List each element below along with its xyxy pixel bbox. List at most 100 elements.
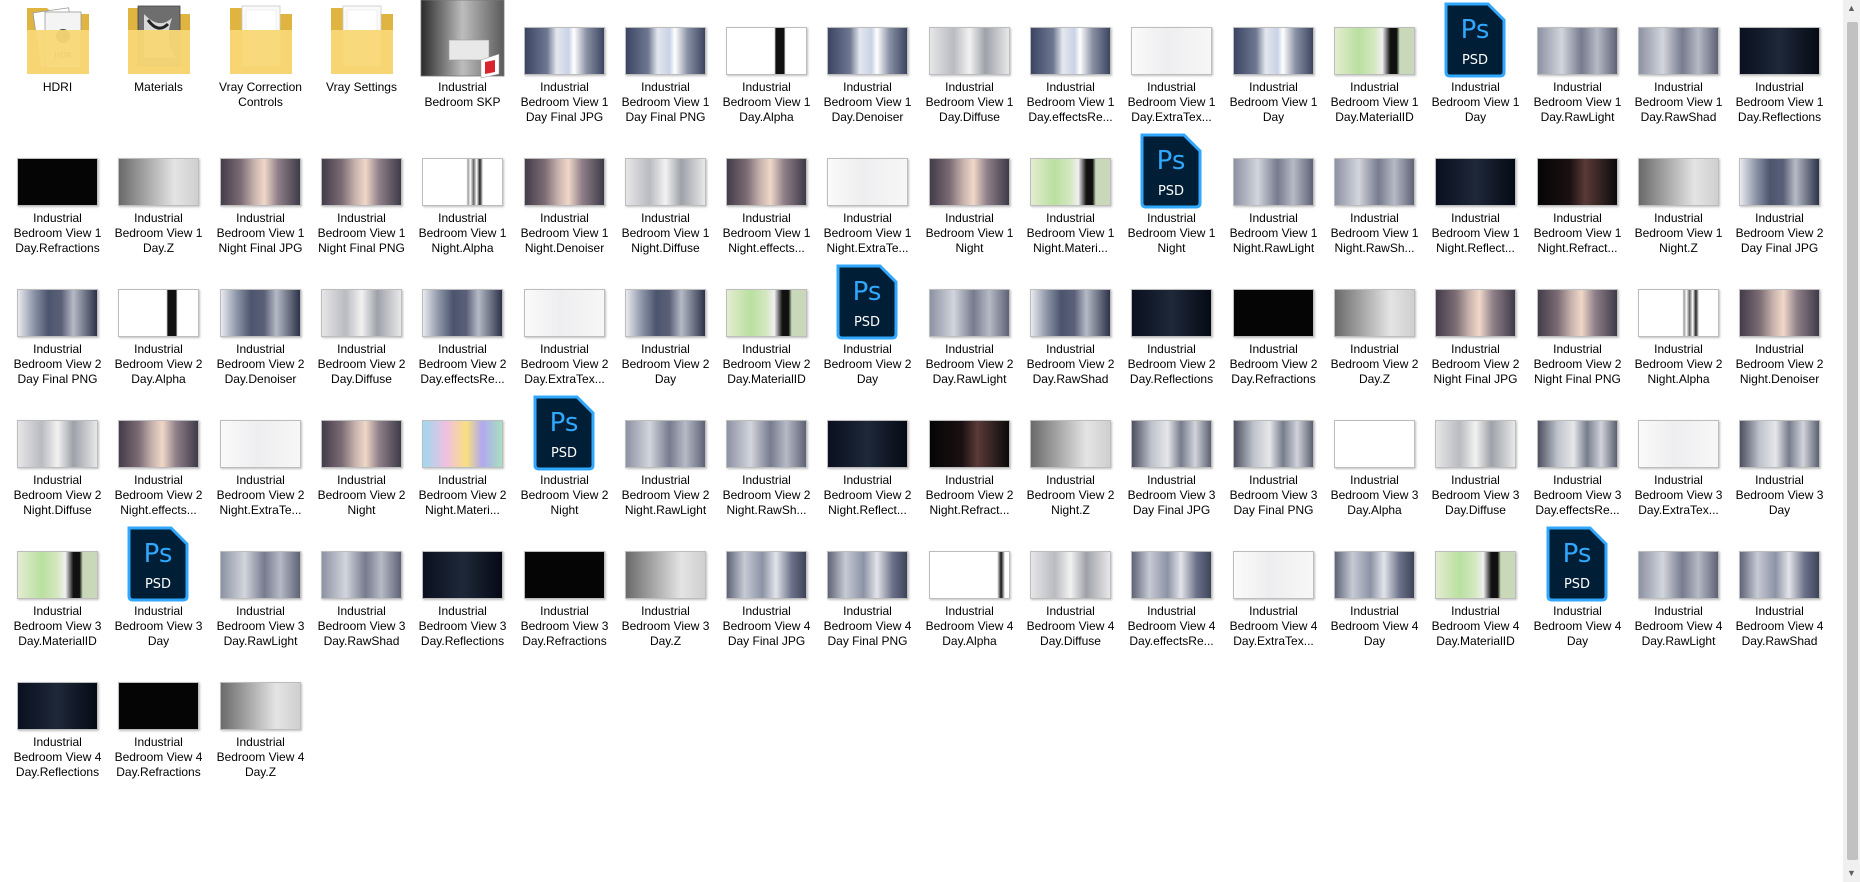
image-thumbnail [726,289,807,337]
image-thumbnail [1334,420,1415,468]
image-thumbnail [1030,551,1111,599]
file-name-label: Industrial Bedroom View 2 Day.RawLight [925,342,1014,386]
folder-icon [331,5,393,74]
file-item[interactable]: Industrial Bedroom View 4 Day [1328,524,1421,679]
image-thumbnail [1537,158,1618,206]
image-thumbnail [827,551,908,599]
file-item[interactable]: Industrial Bedroom View 4 Day Final JPG [720,524,813,679]
image-thumbnail [1334,289,1415,337]
image-thumbnail [1739,27,1820,75]
image-thumbnail [827,158,908,206]
image-thumbnail [1638,158,1719,206]
file-name-label: Industrial Bedroom View 2 Night Final PN… [1533,342,1622,386]
file-name-label: Industrial Bedroom View 1 Night.Materi..… [1026,211,1115,255]
file-name-label: Industrial Bedroom View 1 Night Final PN… [317,211,406,255]
file-name-label: Industrial Bedroom View 4 Day.Z [216,735,305,779]
file-name-label: Industrial Bedroom View 1 Day.Alpha [722,80,811,124]
image-thumbnail [726,551,807,599]
file-name-label: Industrial Bedroom View 3 Day [114,604,203,648]
svg-text:PSD: PSD [854,315,880,330]
scrollbar-thumb[interactable] [1847,22,1858,860]
image-thumbnail [1131,27,1212,75]
file-item[interactable]: Industrial Bedroom View 3 Day.Refraction… [518,524,611,679]
file-name-label: Industrial Bedroom View 3 Day [1735,473,1824,517]
file-item[interactable]: Industrial Bedroom View 4 Day.Diffuse [1024,524,1117,679]
image-thumbnail [220,551,301,599]
file-name-label: Industrial Bedroom View 1 Day [1229,80,1318,124]
file-name-label: Industrial Bedroom View 1 Night.Denoiser [520,211,609,255]
image-thumbnail [1233,27,1314,75]
file-name-label: Industrial Bedroom View 1 Day.Z [114,211,203,255]
file-name-label: Industrial Bedroom View 2 Day.Diffuse [317,342,406,386]
file-name-label: Industrial Bedroom View 3 Day.MaterialID [13,604,102,648]
file-name-label: Industrial Bedroom View 3 Day.effectsRe.… [1533,473,1622,517]
image-thumbnail [220,682,301,730]
file-name-label: Industrial Bedroom View 4 Day.Diffuse [1026,604,1115,648]
image-thumbnail [1030,420,1111,468]
image-thumbnail [1233,289,1314,337]
file-name-label: Industrial Bedroom View 2 Night.ExtraTe.… [216,473,305,517]
svg-text:Ps: Ps [550,408,579,438]
file-name-label: Industrial Bedroom View 1 Day.RawShad [1634,80,1723,124]
scroll-up-arrow-icon[interactable]: ▲ [1843,0,1860,17]
svg-text:Ps: Ps [1461,15,1490,45]
file-item[interactable]: Industrial Bedroom View 3 Day.Z [619,524,712,679]
file-item[interactable]: Ps PSD Industrial Bedroom View 4 Day [1531,524,1624,679]
image-thumbnail [118,158,199,206]
file-item[interactable]: Industrial Bedroom View 4 Day.Z [214,655,307,810]
file-name-label: Industrial Bedroom View 2 Night.Diffuse [13,473,102,517]
image-thumbnail [929,420,1010,468]
file-name-label: Industrial Bedroom View 2 Day.Alpha [114,342,203,386]
image-thumbnail [118,682,199,730]
image-thumbnail [625,551,706,599]
folder-materials-icon [128,5,190,74]
file-name-label: Industrial Bedroom View 1 Night.ExtraTe.… [823,211,912,255]
file-item[interactable]: Industrial Bedroom View 4 Day.effectsRe.… [1125,524,1218,679]
file-item[interactable]: Industrial Bedroom View 4 Day.RawLight [1632,524,1725,679]
file-item[interactable]: Industrial Bedroom View 4 Day.ExtraTex..… [1227,524,1320,679]
vertical-scrollbar[interactable]: ▲ ▼ [1843,0,1860,882]
file-name-label: Industrial Bedroom View 2 Day.effectsRe.… [418,342,507,386]
image-thumbnail [321,158,402,206]
file-item[interactable]: Industrial Bedroom View 4 Day Final PNG [821,524,914,679]
image-thumbnail [929,158,1010,206]
file-item[interactable]: Industrial Bedroom View 3 Day.Reflection… [416,524,509,679]
image-thumbnail [17,682,98,730]
image-thumbnail [1233,551,1314,599]
image-thumbnail [524,289,605,337]
file-name-label: HDRI [42,80,73,94]
image-thumbnail [1638,289,1719,337]
image-thumbnail [827,27,908,75]
image-thumbnail [929,289,1010,337]
image-thumbnail [1131,289,1212,337]
image-thumbnail [1131,420,1212,468]
svg-text:Ps: Ps [853,277,882,307]
file-item[interactable]: Industrial Bedroom View 4 Day.RawShad [1733,524,1826,679]
file-name-label: Industrial Bedroom View 4 Day.RawShad [1735,604,1824,648]
scroll-down-arrow-icon[interactable]: ▼ [1843,865,1860,882]
file-item[interactable]: Industrial Bedroom View 4 Day.Refraction… [112,655,205,810]
file-name-label: Industrial Bedroom View 2 Night.RawLight [621,473,710,517]
file-name-label: Industrial Bedroom View 2 Night.Materi..… [418,473,507,517]
image-thumbnail [321,420,402,468]
image-thumbnail [220,289,301,337]
photoshop-psd-icon: Ps PSD [836,264,898,340]
image-thumbnail [524,158,605,206]
file-item[interactable]: Industrial Bedroom View 4 Day.MaterialID [1429,524,1522,679]
image-thumbnail [422,551,503,599]
file-name-label: Industrial Bedroom View 3 Day.Reflection… [418,604,507,648]
file-name-label: Industrial Bedroom View 1 Night.Alpha [418,211,507,255]
svg-text:PSD: PSD [1462,53,1488,68]
image-thumbnail [17,420,98,468]
file-name-label: Industrial Bedroom View 3 Day.Alpha [1330,473,1419,517]
file-item[interactable]: Industrial Bedroom View 4 Day.Reflection… [11,655,104,810]
file-item[interactable]: Industrial Bedroom View 4 Day.Alpha [923,524,1016,679]
image-thumbnail [726,420,807,468]
file-name-label: Vray Correction Controls [219,80,302,109]
svg-text:PSD: PSD [145,577,171,592]
image-thumbnail [422,158,503,206]
file-item[interactable]: Industrial Bedroom View 3 Day.RawShad [315,524,408,679]
file-name-label: Industrial Bedroom View 2 Day [823,342,912,386]
file-name-label: Industrial Bedroom View 1 Night.RawLight [1229,211,1318,255]
file-name-label: Industrial Bedroom View 4 Day.Alpha [925,604,1014,648]
